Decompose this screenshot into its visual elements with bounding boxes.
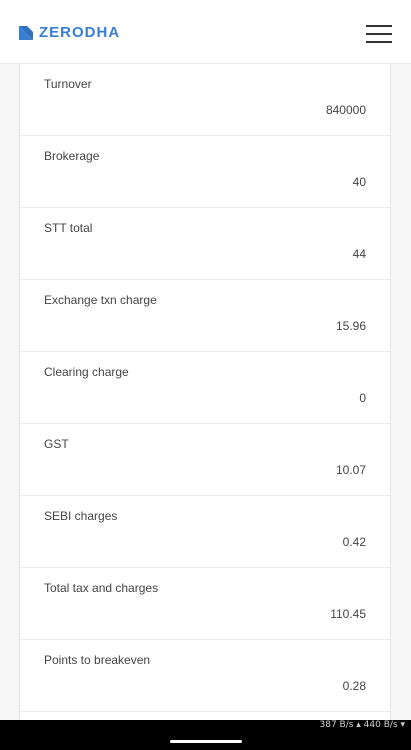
charge-row-stt-total: STT total 44 — [20, 208, 390, 280]
zerodha-logo[interactable]: ZERODHA — [19, 24, 121, 41]
charge-label: Brokerage — [44, 149, 100, 163]
charge-row-brokerage: Brokerage 40 — [20, 136, 390, 208]
brand-name: ZERODHA — [39, 24, 121, 41]
charge-value: 0.28 — [342, 679, 366, 693]
charge-row-turnover: Turnover 840000 — [20, 64, 390, 136]
charge-value: 0 — [359, 391, 366, 405]
charge-row-total: Total tax and charges 110.45 — [20, 568, 390, 640]
hamburger-menu-icon[interactable] — [366, 25, 392, 43]
charge-label: Clearing charge — [44, 365, 129, 379]
charge-value: 10.07 — [335, 463, 366, 477]
charge-label: STT total — [44, 221, 93, 235]
charge-value: 0.42 — [342, 535, 366, 549]
charge-row-clearing: Clearing charge 0 — [20, 352, 390, 424]
charges-card: Turnover 840000 Brokerage 40 STT total 4… — [19, 64, 391, 720]
charge-value: 840000 — [325, 103, 366, 117]
charge-row-breakeven: Points to breakeven 0.28 — [20, 640, 390, 712]
charge-row-gst: GST 10.07 — [20, 424, 390, 496]
charge-label: Exchange txn charge — [44, 293, 157, 307]
charge-value: 44 — [352, 247, 366, 261]
charge-value: 15.96 — [335, 319, 366, 333]
home-gesture-handle[interactable] — [170, 740, 242, 743]
top-header: ZERODHA — [0, 0, 411, 64]
charge-value: 40 — [352, 175, 366, 189]
charge-label: GST — [44, 437, 69, 451]
charge-row-exchange-txn: Exchange txn charge 15.96 — [20, 280, 390, 352]
charge-row-sebi: SEBI charges 0.42 — [20, 496, 390, 568]
zerodha-logo-icon — [19, 26, 33, 40]
net-speed-indicator: 387 B/s ▴ 440 B/s ▾ — [319, 720, 406, 730]
system-navigation-bar: 387 B/s ▴ 440 B/s ▾ — [0, 720, 411, 750]
charge-value: 110.45 — [330, 607, 366, 621]
charge-label: SEBI charges — [44, 509, 118, 523]
charge-label: Turnover — [44, 77, 92, 91]
charge-label: Points to breakeven — [44, 653, 151, 667]
charge-label: Total tax and charges — [44, 581, 159, 595]
